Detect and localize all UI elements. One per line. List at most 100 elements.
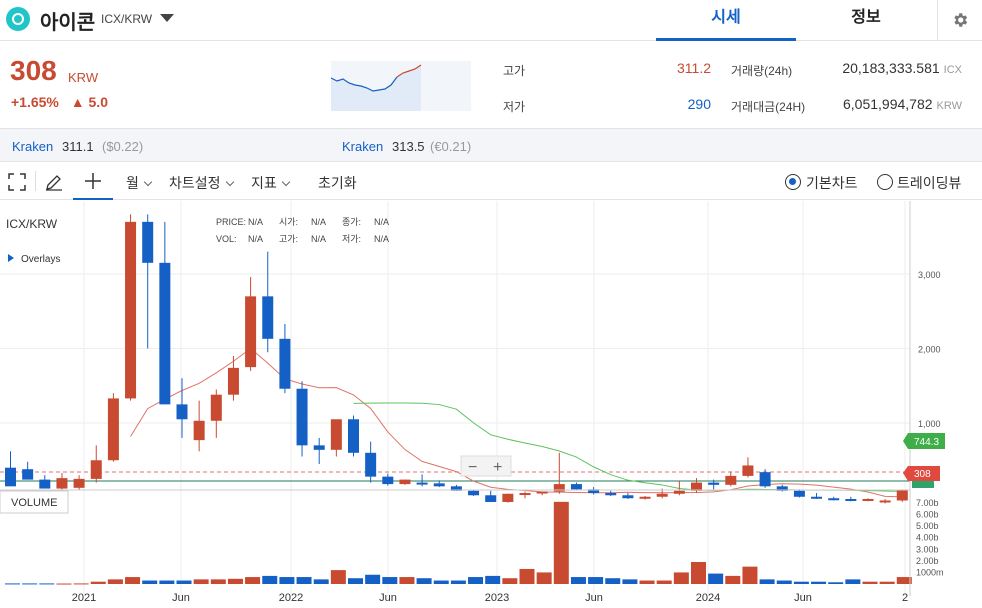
price-chart[interactable]: 3,000 2,000 1,000 2021 Jun 2022 Jun 2023 Jun 2024… bbox=[0, 201, 982, 604]
volume-tick-label: 6.00b bbox=[916, 510, 939, 520]
crosshair-icon bbox=[85, 173, 101, 189]
candle-body bbox=[193, 420, 205, 441]
candle-body bbox=[673, 490, 685, 494]
volume-bar bbox=[56, 583, 72, 585]
pen-draw-icon[interactable] bbox=[45, 173, 63, 191]
basic-chart-label[interactable]: 기본차트 bbox=[806, 173, 858, 193]
candle-body bbox=[725, 475, 737, 485]
tab-quote[interactable]: 시세 bbox=[656, 0, 796, 41]
exchange-eur-price: (€0.21) bbox=[430, 139, 472, 154]
volume-bar bbox=[279, 577, 295, 584]
candle-body bbox=[416, 482, 428, 485]
reset-button[interactable]: 초기화 bbox=[318, 173, 357, 193]
candle-body bbox=[39, 479, 51, 489]
exchange-price: 311.1 bbox=[62, 139, 94, 154]
trading-view-label[interactable]: 트레이딩뷰 bbox=[897, 173, 961, 193]
volume-bar bbox=[227, 578, 243, 584]
zoom-in-button[interactable]: + bbox=[493, 459, 502, 476]
price-tick-label: 1,000 bbox=[918, 419, 941, 429]
price-info-label: PRICE: bbox=[216, 217, 246, 227]
volume-tick-label: 1000m bbox=[916, 567, 944, 577]
coin-pair[interactable]: ICX/KRW bbox=[101, 12, 152, 26]
candle-body bbox=[622, 495, 634, 499]
fullscreen-icon[interactable] bbox=[8, 173, 26, 191]
amount-label: 거래대금(24H) bbox=[731, 100, 806, 114]
time-tick-label: 2024 bbox=[696, 592, 720, 603]
volume-number: 20,183,333.581 bbox=[842, 60, 940, 76]
candle-body bbox=[22, 469, 34, 480]
exchange-name[interactable]: Kraken bbox=[12, 139, 53, 154]
tab-info[interactable]: 정보 bbox=[796, 0, 936, 41]
chevron-down-icon bbox=[143, 177, 153, 187]
volume-bar bbox=[776, 580, 792, 584]
candle-body bbox=[73, 478, 85, 488]
volume-bar bbox=[296, 577, 312, 584]
candle-body bbox=[365, 452, 377, 477]
high-value: 311.2 bbox=[677, 60, 711, 76]
candle-body bbox=[90, 460, 102, 479]
volume-bar bbox=[245, 577, 261, 584]
volume-bar bbox=[416, 578, 432, 584]
overlays-caret-icon[interactable] bbox=[8, 254, 14, 262]
time-tick-label: 2021 bbox=[72, 592, 96, 603]
trading-view-radio[interactable] bbox=[877, 174, 893, 190]
change-amount: ▲ 5.0 bbox=[70, 94, 108, 110]
volume-bar bbox=[142, 580, 158, 584]
volume-bar bbox=[570, 577, 586, 584]
chart-settings-select[interactable]: 차트설정 bbox=[169, 173, 234, 193]
volume-bar bbox=[313, 579, 329, 584]
volume-bar bbox=[519, 568, 535, 584]
basic-chart-radio[interactable] bbox=[785, 174, 801, 190]
overlays-toggle[interactable]: Overlays bbox=[21, 254, 60, 265]
chart-canvas[interactable]: 3,000 2,000 1,000 2021 Jun 2022 Jun 2023 Jun 2024… bbox=[0, 201, 982, 604]
current-price: 308 bbox=[10, 55, 57, 86]
time-tick-label: 2022 bbox=[279, 592, 303, 603]
volume-bar bbox=[90, 581, 106, 584]
volume-bar bbox=[125, 577, 141, 584]
volume-bar bbox=[107, 579, 123, 584]
zoom-out-button[interactable]: − bbox=[468, 459, 477, 476]
candle-body bbox=[708, 482, 720, 485]
volume-bar bbox=[553, 501, 569, 584]
high-info-label: 고가: bbox=[279, 234, 298, 244]
volume-bar bbox=[399, 577, 415, 584]
time-tick-label: Jun bbox=[379, 592, 397, 603]
high-info-value: N/A bbox=[311, 234, 326, 244]
volume-bar bbox=[73, 583, 89, 585]
exchange-name[interactable]: Kraken bbox=[342, 139, 383, 154]
candle-body bbox=[5, 467, 16, 487]
time-tick-label: 2023 bbox=[485, 592, 509, 603]
vol-info-label: VOL: bbox=[216, 234, 237, 244]
volume-label: 거래량(24h) bbox=[731, 64, 793, 78]
coin-name[interactable]: 아이콘 bbox=[40, 6, 95, 35]
candle-body bbox=[56, 478, 68, 489]
close-info-value: N/A bbox=[374, 217, 389, 227]
crosshair-tool-button[interactable] bbox=[73, 163, 113, 200]
time-tick-label: 2 bbox=[902, 592, 908, 603]
volume-bar bbox=[862, 581, 878, 584]
candle-body bbox=[862, 498, 874, 501]
candle-body bbox=[399, 479, 411, 485]
volume-bar bbox=[845, 579, 861, 584]
coin-select-caret-icon[interactable] bbox=[160, 14, 174, 22]
amount-number: 6,051,994,782 bbox=[843, 96, 933, 112]
low-label: 저가 bbox=[503, 100, 526, 114]
volume-bar bbox=[193, 579, 209, 584]
price-tick-label: 2,000 bbox=[918, 345, 941, 355]
settings-button[interactable] bbox=[937, 0, 982, 41]
candle-body bbox=[485, 495, 497, 502]
candle-body bbox=[330, 419, 342, 450]
top-bar: 아이콘 ICX/KRW 시세 정보 bbox=[0, 0, 982, 41]
period-select[interactable]: 월 bbox=[126, 173, 153, 193]
indicators-select[interactable]: 지표 bbox=[251, 173, 291, 193]
volume-bar bbox=[673, 572, 689, 584]
exchange-usd-price: ($0.22) bbox=[102, 139, 144, 154]
ma-badge-text: 744.3 bbox=[914, 437, 939, 448]
volume-bar bbox=[176, 580, 192, 584]
volume-bar bbox=[622, 579, 638, 584]
candle-body bbox=[296, 388, 308, 446]
price-change: +1.65% ▲ 5.0 bbox=[11, 94, 108, 110]
low-info-label: 저가: bbox=[342, 234, 361, 244]
price-info-value: N/A bbox=[248, 217, 263, 227]
volume-bar bbox=[639, 580, 655, 584]
